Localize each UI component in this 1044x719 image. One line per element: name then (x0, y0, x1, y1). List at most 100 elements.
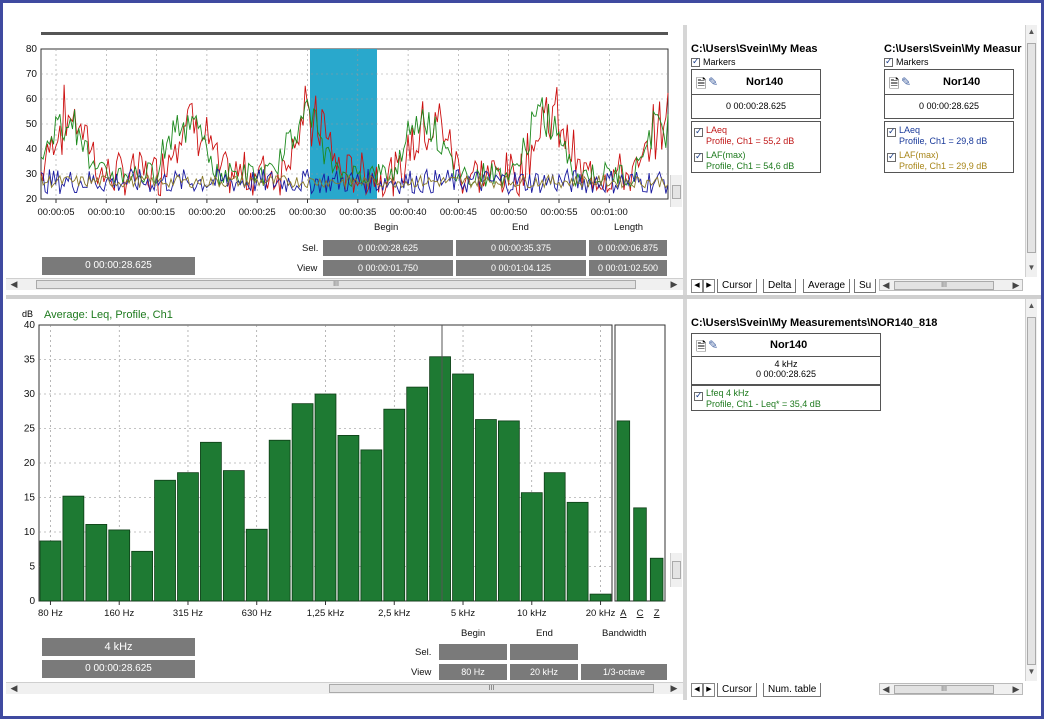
time-profile-hscrollbar[interactable]: ◀ III ▶ (6, 278, 683, 290)
sel-length-value: 0 00:00:06.875 (588, 239, 668, 257)
tab-average[interactable]: Average (803, 279, 851, 293)
series-checkbox[interactable] (694, 390, 703, 401)
x-tick-label: 2,5 kHz (378, 608, 410, 619)
tab-prev-arrow[interactable]: ◀ (691, 279, 703, 293)
chart-vertical-scrollbar[interactable] (670, 175, 682, 207)
series-checkbox[interactable] (887, 151, 896, 163)
cursor-info: 4 kHz 0 00:00:28.625 (691, 357, 881, 385)
tab-num-table[interactable]: Num. table (763, 683, 822, 697)
tab-next-arrow[interactable]: ▶ (703, 279, 715, 293)
scroll-left-arrow[interactable]: ◀ (8, 683, 20, 694)
legend-vscrollbar[interactable]: ▲ ▼ (1025, 299, 1037, 681)
tab-cursor[interactable]: Cursor (717, 279, 758, 293)
scroll-thumb[interactable] (1027, 317, 1036, 665)
tab-delta[interactable]: Delta (763, 279, 797, 293)
scroll-thumb[interactable]: III (894, 685, 994, 694)
y-tick-label: 40 (26, 144, 38, 155)
scroll-right-arrow[interactable]: ▶ (668, 683, 680, 694)
x-tick-label: 80 Hz (38, 608, 63, 619)
y-tick-label: 50 (26, 119, 38, 130)
weighted-tick-label: C (637, 608, 644, 619)
scroll-right-arrow[interactable]: ▶ (1010, 684, 1022, 695)
view-end-value: 0 00:01:04.125 (455, 259, 587, 277)
measurement-panel-2: C:\Users\Svein\My Measur Markers 🗎 ✎ Nor… (884, 43, 1024, 174)
series-checkbox[interactable] (887, 126, 896, 138)
x-tick-label: 1,25 kHz (307, 608, 345, 619)
series-checkbox[interactable] (694, 151, 703, 163)
tab-prev-arrow[interactable]: ◀ (691, 683, 703, 697)
instrument-name: Nor140 (770, 339, 808, 351)
instrument-header: 🗎 ✎ Nor140 (691, 333, 881, 357)
view-end-value: 20 kHz (509, 663, 579, 681)
time-profile-chart[interactable]: 80 70 60 50 40 30 20 00:00:05 00:00:10 00:00:15 0… (6, 25, 683, 235)
scroll-right-arrow[interactable]: ▶ (668, 279, 680, 290)
view-begin-value: 0 00:00:01.750 (322, 259, 454, 277)
bar (429, 356, 451, 602)
scroll-down-arrow[interactable]: ▼ (1026, 667, 1037, 676)
y-tick-label: 25 (24, 424, 36, 435)
tab-su[interactable]: Su (854, 279, 877, 293)
markers-checkbox[interactable] (884, 56, 893, 68)
spectrum-chart[interactable]: 0 5 10 15 20 25 30 35 40 80 Hz 160 Hz 315 Hz 630 Hz… (6, 299, 676, 629)
markers-toggle[interactable]: Markers (884, 56, 1024, 68)
chart-vertical-scrollbar[interactable] (670, 553, 682, 587)
scroll-thumb[interactable] (1027, 43, 1036, 253)
bar (154, 479, 176, 602)
scroll-down-arrow[interactable]: ▼ (1026, 263, 1037, 272)
scroll-up-arrow[interactable]: ▲ (1026, 27, 1037, 36)
sel-end-value (509, 643, 579, 661)
tab-next-arrow[interactable]: ▶ (703, 683, 715, 697)
view-bandwidth-value: 1/3-octave (580, 663, 668, 681)
sel-end-value: 0 00:00:35.375 (455, 239, 587, 257)
x-tick-label: 00:00:30 (289, 207, 326, 218)
legend-tabbar: ◀ ▶ Cursor Num. table ◀ III ▶ (691, 682, 1025, 698)
bar (452, 373, 474, 602)
bar (360, 449, 383, 602)
markers-label: Markers (896, 57, 929, 67)
bar (337, 434, 360, 602)
markers-checkbox[interactable] (691, 56, 700, 68)
entry-detail: Profile, Ch1 = 54,6 dB (706, 161, 795, 172)
entry-detail: Profile, Ch1 = 29,9 dB (899, 161, 988, 172)
cursor-time: 0 00:00:28.625 (691, 95, 821, 120)
cursor-time: 0 00:00:28.625 (884, 95, 1014, 120)
x-tick-label: 00:00:25 (239, 207, 276, 218)
x-tick-label: 00:00:50 (490, 207, 527, 218)
x-tick-label: 630 Hz (242, 608, 272, 619)
scroll-right-arrow[interactable]: ▶ (1010, 280, 1022, 291)
x-tick-label: 315 Hz (173, 608, 203, 619)
x-tick-label: 00:00:20 (188, 207, 225, 218)
spectrum-hscrollbar[interactable]: ◀ III ▶ (6, 682, 683, 694)
scroll-thumb[interactable]: III (894, 281, 994, 290)
tab-cursor[interactable]: Cursor (717, 683, 758, 697)
scroll-left-arrow[interactable]: ◀ (8, 279, 20, 290)
scroll-left-arrow[interactable]: ◀ (880, 280, 892, 291)
meter-icon: ✎ (708, 338, 719, 352)
cursor-time-display: 0 00:00:28.625 (41, 659, 196, 679)
scroll-thumb[interactable] (672, 185, 681, 199)
end-header: End (512, 222, 529, 233)
series-checkbox[interactable] (694, 126, 703, 138)
sel-label: Sel. (302, 243, 319, 254)
legend-vscrollbar[interactable]: ▲ ▼ (1025, 25, 1037, 277)
spectrum-pane: dB Average: Leq, Profile, Ch1 0 5 10 15 20 25… (6, 299, 683, 699)
x-tick-label: 00:00:35 (339, 207, 376, 218)
view-begin-value: 80 Hz (438, 663, 508, 681)
y-tick-label: 15 (24, 493, 36, 504)
scroll-thumb[interactable]: III (36, 280, 636, 289)
measurement-path: C:\Users\Svein\My Measur (884, 43, 1022, 55)
tab-hscrollbar[interactable]: ◀ III ▶ (879, 683, 1023, 695)
scroll-thumb[interactable] (672, 561, 681, 579)
measurement-path: C:\Users\Svein\My Meas (691, 43, 818, 55)
scroll-up-arrow[interactable]: ▲ (1026, 301, 1037, 310)
markers-label: Markers (703, 57, 736, 67)
tab-hscrollbar[interactable]: ◀ III ▶ (879, 279, 1023, 291)
cursor-frequency-display: 4 kHz (41, 637, 196, 657)
markers-toggle[interactable]: Markers (691, 56, 876, 68)
scroll-left-arrow[interactable]: ◀ (880, 684, 892, 695)
scroll-thumb[interactable]: III (329, 684, 654, 693)
y-tick-label: 80 (26, 44, 38, 55)
instrument-name: Nor140 (746, 76, 784, 89)
bar (520, 492, 543, 602)
time-profile-pane: 80 70 60 50 40 30 20 00:00:05 00:00:10 00:00:15 0… (6, 25, 683, 295)
